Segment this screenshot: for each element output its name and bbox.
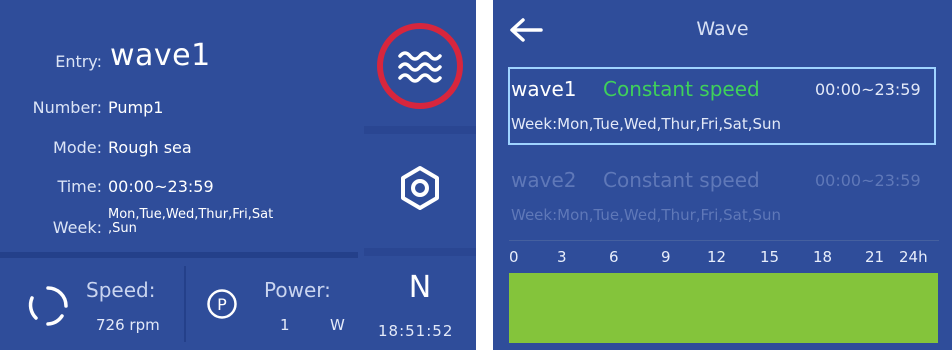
timeline-tick: 24h (899, 248, 928, 266)
svg-text:P: P (217, 295, 227, 314)
timeline-tick: 6 (609, 248, 619, 266)
number-label: Number: (32, 98, 102, 117)
wave-entry-time: 00:00~23:59 (815, 171, 921, 190)
timeline-divider (509, 240, 939, 241)
time-value: 00:00~23:59 (108, 177, 214, 196)
direction-letter: N (408, 270, 432, 305)
wave-entry-info: Entry: wave1 Number: Pump1 Mode: Rough s… (0, 0, 358, 252)
wave-entry-week: Week:Mon,Tue,Wed,Thur,Fri,Sat,Sun (511, 115, 782, 133)
pump-status-screen: Entry: wave1 Number: Pump1 Mode: Rough s… (0, 0, 476, 350)
wave-list-screen: Wave wave1 Constant speed 00:00~23:59 We… (493, 0, 952, 350)
header: Wave (493, 0, 952, 60)
week-value-line1: Mon,Tue,Wed,Thur,Fri,Sat (108, 207, 274, 222)
wave-button[interactable] (364, 0, 476, 126)
week-value-line2: ,Sun (108, 221, 137, 236)
power-value: 1 (280, 316, 290, 334)
timeline-tick: 0 (509, 248, 519, 266)
time-label: Time: (57, 177, 102, 196)
side-button-column: N 18:51:52 (364, 0, 476, 350)
power-label: Power: (264, 278, 331, 302)
hex-nut-icon (401, 166, 439, 210)
mode-label: Mode: (53, 138, 102, 157)
wave-entry-week: Week:Mon,Tue,Wed,Thur,Fri,Sat,Sun (511, 206, 782, 224)
wave-entry-time: 00:00~23:59 (815, 80, 921, 99)
number-value: Pump1 (108, 98, 164, 117)
mode-value: Rough sea (108, 138, 192, 157)
timeline-tick: 21 (865, 248, 885, 266)
entry-value: wave1 (110, 38, 211, 73)
speed-power-bar: Speed: 726 rpm P Power: 1 W (0, 258, 358, 350)
timeline-tick: 3 (557, 248, 567, 266)
page-title: Wave (696, 18, 749, 40)
status-button[interactable]: N 18:51:52 (364, 256, 476, 350)
week-label: Week: (52, 218, 102, 237)
wave-entry-name: wave2 (511, 168, 577, 192)
timeline-tick: 9 (661, 248, 671, 266)
timeline-tick: 18 (813, 248, 833, 266)
refresh-icon (28, 286, 68, 326)
timeline-tick: 12 (707, 248, 727, 266)
speed-value: 726 rpm (96, 316, 160, 334)
speed-label: Speed: (86, 278, 156, 302)
wave-entry-mode: Constant speed (603, 168, 760, 192)
timeline-tick: 15 (760, 248, 780, 266)
wave-entry-mode: Constant speed (603, 77, 760, 101)
wave-entry-name: wave1 (511, 77, 577, 101)
bottom-separator (184, 266, 186, 342)
week-value: Mon,Tue,Wed,Thur,Fri,Sat ,Sun (108, 208, 273, 236)
clock: 18:51:52 (378, 322, 454, 340)
settings-button[interactable] (364, 134, 476, 248)
power-unit: W (330, 316, 345, 334)
power-icon: P (207, 289, 237, 319)
timeline-bar[interactable] (509, 273, 938, 343)
wave-icon (377, 23, 463, 109)
entry-label: Entry: (55, 52, 102, 71)
